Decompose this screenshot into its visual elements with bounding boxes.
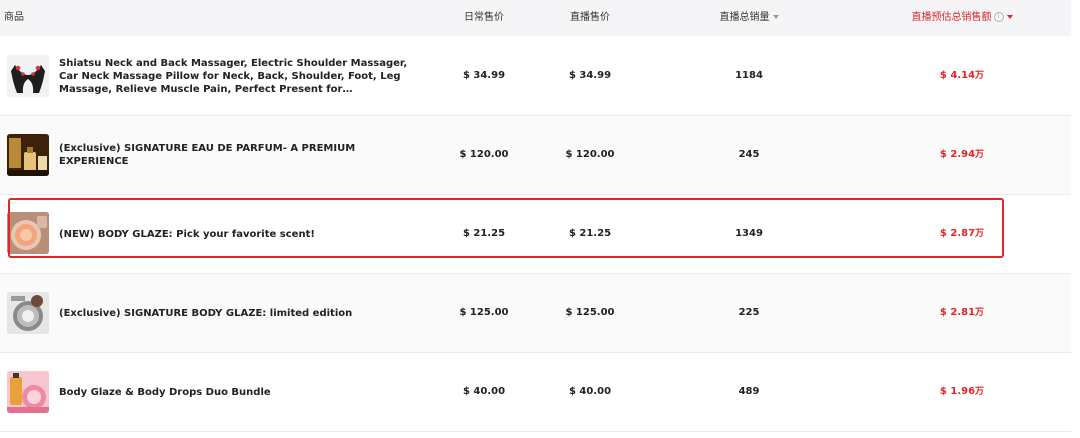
product-name[interactable]: (Exclusive) SIGNATURE EAU DE PARFUM- A P… <box>59 116 409 194</box>
sort-down-icon <box>772 15 779 19</box>
table-row[interactable]: (NEW) BODY GLAZE: Pick your favorite sce… <box>0 195 1071 274</box>
product-name[interactable]: Shiatsu Neck and Back Massager, Electric… <box>59 37 409 115</box>
header-live-gmv-sort[interactable]: 直播预估总销售额 i <box>910 0 1014 36</box>
header-daily-price: 日常售价 <box>464 12 504 23</box>
header-product: 商品 <box>4 12 24 23</box>
live-gmv: $ 2.81万 <box>939 307 985 318</box>
sort-down-active-icon <box>1006 15 1013 19</box>
product-name[interactable]: Body Glaze & Body Drops Duo Bundle <box>59 353 409 431</box>
live-price: $ 40.00 <box>568 386 612 397</box>
table-row[interactable]: (Exclusive) SIGNATURE EAU DE PARFUM- A P… <box>0 116 1071 195</box>
daily-price: $ 120.00 <box>459 149 509 160</box>
live-sales: 1184 <box>735 70 763 81</box>
body-glaze-jar-thumb[interactable] <box>7 212 49 254</box>
header-live-price: 直播售价 <box>570 12 610 23</box>
limited-glaze-thumb[interactable] <box>7 292 49 334</box>
live-sales: 1349 <box>735 228 763 239</box>
header-live-sales-sort[interactable]: 直播总销量 <box>718 0 780 36</box>
live-price: $ 125.00 <box>565 307 615 318</box>
table-row[interactable]: Shiatsu Neck and Back Massager, Electric… <box>0 37 1071 116</box>
daily-price: $ 125.00 <box>459 307 509 318</box>
daily-price: $ 21.25 <box>462 228 506 239</box>
product-table: 商品 日常售价 直播售价 直播总销量 直播预估总销售额 i Shiatsu Nec… <box>0 0 1080 438</box>
product-name[interactable]: (Exclusive) SIGNATURE BODY GLAZE: limite… <box>59 274 409 352</box>
info-icon[interactable]: i <box>993 12 1004 22</box>
table-row[interactable]: Body Glaze & Body Drops Duo Bundle $ 40.… <box>0 353 1071 432</box>
live-sales: 245 <box>738 149 760 160</box>
table-header: 商品 日常售价 直播售价 直播总销量 直播预估总销售额 i <box>0 0 1071 36</box>
duo-bundle-thumb[interactable] <box>7 371 49 413</box>
live-price: $ 120.00 <box>565 149 615 160</box>
live-gmv: $ 2.94万 <box>939 149 985 160</box>
table-row[interactable]: (Exclusive) SIGNATURE BODY GLAZE: limite… <box>0 274 1071 353</box>
daily-price: $ 40.00 <box>462 386 506 397</box>
live-sales: 489 <box>738 386 760 397</box>
neck-massager-thumb[interactable] <box>7 55 49 97</box>
live-price: $ 21.25 <box>568 228 612 239</box>
live-gmv: $ 2.87万 <box>939 228 985 239</box>
live-gmv: $ 1.96万 <box>939 386 985 397</box>
live-gmv: $ 4.14万 <box>939 70 985 81</box>
live-sales: 225 <box>738 307 760 318</box>
daily-price: $ 34.99 <box>462 70 506 81</box>
product-name[interactable]: (NEW) BODY GLAZE: Pick your favorite sce… <box>59 195 409 273</box>
perfume-thumb[interactable] <box>7 134 49 176</box>
live-price: $ 34.99 <box>568 70 612 81</box>
